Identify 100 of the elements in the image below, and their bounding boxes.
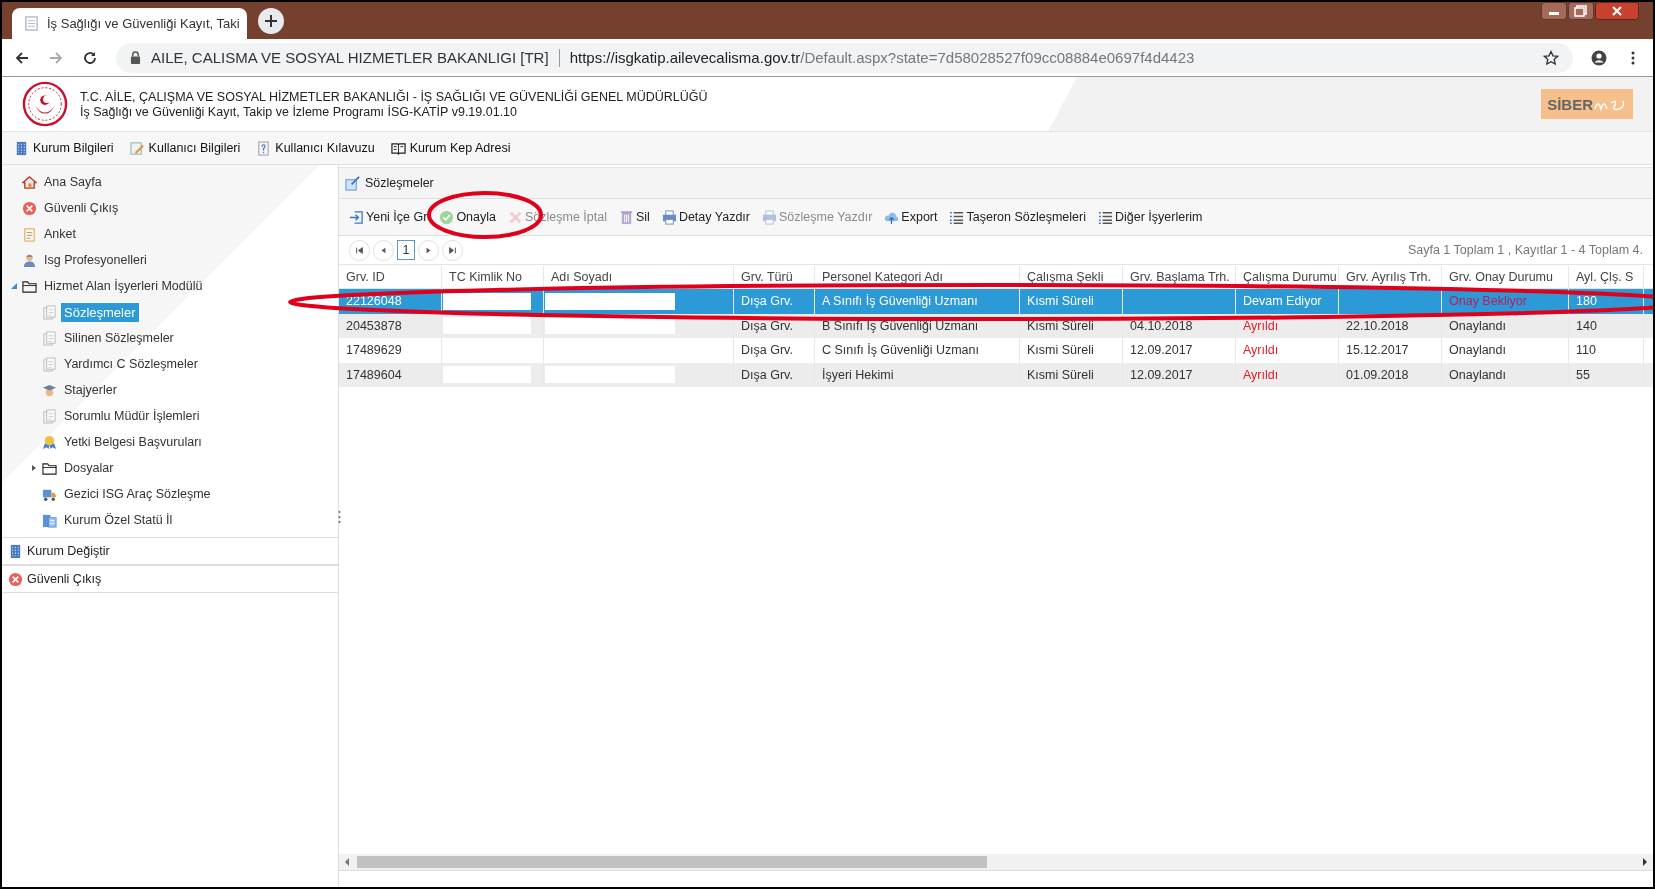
header-title: T.C. AİLE, ÇALIŞMA VE SOSYAL HİZMETLER BAKANLIĞI - İŞ SAĞLIĞI VE GÜVENLİĞİ GENEL MÜDÜRLÜĞÜ (80, 89, 708, 104)
document-icon (42, 304, 57, 320)
sidebar-item[interactable]: Güvenli Çıkış (2, 565, 338, 593)
check-icon (439, 209, 455, 225)
new-tab-button[interactable] (257, 6, 285, 35)
tree-item[interactable]: Kurum Özel Statü İl (61, 511, 176, 529)
toolbar-button[interactable]: Detay Yazdır (661, 209, 750, 225)
tree-item[interactable]: Güvenli Çıkış (41, 199, 122, 217)
collapse-arrow-icon[interactable] (10, 282, 18, 290)
brand-logo: SİBER (1541, 89, 1633, 119)
column-header[interactable]: Grv. ID (339, 266, 442, 288)
table-cell: Onaylandı (1449, 343, 1506, 358)
trash-icon (619, 209, 634, 225)
table-cell: Dışa Grv. (741, 294, 793, 309)
table-row[interactable]: 17489629 Dışa Grv. C Sınıfı İş Güvenliği Uzmanı Kısmi Süreli 12.09.2017 Ayrıldı 15.12.2017 Onaylandı 110 (339, 338, 1653, 363)
toolbar-button[interactable]: Taşeron Sözleşmeleri (949, 209, 1086, 225)
table-cell: İşyeri Hekimi (822, 367, 894, 382)
tree-item[interactable]: Yardımcı C Sözleşmeler (61, 355, 201, 373)
lock-icon (130, 51, 141, 64)
toolbar-button[interactable]: Diğer İşyerlerim (1098, 209, 1203, 225)
sidebar-item[interactable]: Kurum Değiştir (2, 537, 338, 565)
table-cell: 180 (1576, 294, 1597, 309)
tree-item[interactable]: Silinen Sözleşmeler (61, 329, 177, 347)
award-icon (42, 434, 57, 450)
table-cell: A Sınıfı İş Güvenliği Uzmanı (822, 294, 978, 309)
toolbar-button[interactable]: Onayla (439, 209, 496, 225)
building-icon (42, 512, 57, 528)
column-header[interactable]: Personel Kategori Adı (815, 266, 1020, 288)
table-row[interactable]: 17489604 Dışa Grv. İşyeri Hekimi Kısmi Süreli 12.09.2017 Ayrıldı 01.09.2018 Onaylandı 55 (339, 362, 1653, 387)
column-header[interactable]: Grv. Onay Durumu (1442, 266, 1569, 288)
header-subtitle: İş Sağlığı ve Güvenliği Kayıt, Takip ve İzleme Programı İSG-KATİP v9.19.01.10 (80, 104, 518, 119)
table-cell: Ayrıldı (1243, 318, 1279, 333)
last-page-button[interactable] (442, 239, 463, 261)
tree-item[interactable]: Yetki Belgesi Başvuruları (61, 433, 205, 451)
column-header[interactable]: Ayl. Çlş. S (1569, 266, 1644, 288)
tree-item[interactable]: Stajyerler (61, 381, 120, 399)
tree-item[interactable]: Hizmet Alan İşyerleri Modülü (41, 277, 206, 295)
graduation-cap-icon (42, 382, 57, 398)
tree-item[interactable]: Sorumlu Müdür İşlemleri (61, 407, 203, 425)
page-number[interactable]: 1 (397, 240, 415, 260)
splitter-handle[interactable] (338, 510, 341, 524)
column-header[interactable]: TC Kimlik No (442, 266, 544, 288)
toolbar-button[interactable]: Sil (619, 209, 650, 225)
horizontal-scrollbar[interactable] (339, 854, 1653, 870)
column-header[interactable]: Grv. Ayrılış Trh. (1339, 266, 1442, 288)
reload-button[interactable] (82, 49, 98, 66)
printer-icon (762, 209, 777, 225)
tree-item[interactable]: Dosyalar (61, 459, 117, 477)
tree-item[interactable]: Anket (41, 225, 79, 243)
folder-icon (22, 278, 37, 294)
column-header[interactable]: Çalışma Durumu (1236, 266, 1339, 288)
clipboard-icon (22, 226, 37, 242)
close-icon (8, 571, 23, 587)
browser-tab[interactable]: İş Sağlığı ve Güvenliği Kayıt, Taki (12, 8, 247, 39)
expand-arrow-icon[interactable] (30, 464, 38, 472)
table-cell: 15.12.2017 (1346, 343, 1409, 358)
table-cell: Onaylandı (1449, 367, 1506, 382)
table-cell: C Sınıfı İş Güvenliği Uzmanı (822, 343, 979, 358)
table-cell: Ayrıldı (1243, 367, 1279, 382)
list-icon (1098, 209, 1113, 225)
restore-button[interactable] (1568, 2, 1594, 20)
scroll-left-arrow-icon[interactable] (343, 857, 351, 867)
column-header[interactable]: Çalışma Şekli (1020, 266, 1123, 288)
panel-title: Sözleşmeler (365, 176, 434, 190)
tree-item[interactable]: Gezici ISG Araç Sözleşme (61, 485, 214, 503)
cross-icon (508, 209, 523, 225)
edit-icon (345, 175, 360, 191)
first-page-button[interactable] (349, 239, 370, 261)
menu-item[interactable]: Kurum Bilgileri (14, 140, 114, 156)
pencil-icon (129, 140, 145, 156)
minimize-button[interactable] (1541, 2, 1567, 20)
table-cell: Devam Ediyor (1243, 294, 1322, 309)
back-button[interactable] (14, 49, 30, 66)
bookmark-star-icon[interactable] (1543, 49, 1559, 66)
menu-item[interactable]: Kullanıcı Kılavuzu (256, 140, 375, 156)
account-icon[interactable] (1591, 49, 1607, 66)
table-cell: Kısmi Süreli (1027, 367, 1094, 382)
help-icon (256, 140, 272, 156)
toolbar-button[interactable]: Yeni İçe Gr (349, 209, 428, 225)
table-cell: Kısmi Süreli (1027, 294, 1094, 309)
toolbar-button[interactable]: Export (884, 209, 938, 225)
menu-item[interactable]: Kullanıcı Bilgileri (129, 140, 241, 156)
column-header[interactable]: Adı Soyadı (544, 266, 734, 288)
building-icon (8, 543, 23, 559)
table-cell: Ayrıldı (1243, 343, 1279, 358)
menu-item[interactable]: Kurum Kep Adresi (390, 140, 511, 156)
table-cell: 22126048 (346, 294, 402, 309)
tree-item[interactable]: Isg Profesyonelleri (41, 251, 150, 269)
ministry-logo (22, 81, 68, 127)
column-header[interactable]: Grv. Başlama Trh. (1123, 266, 1236, 288)
building-icon (14, 140, 29, 156)
tab-title: İş Sağlığı ve Güvenliği Kayıt, Taki (47, 16, 240, 31)
column-header[interactable]: Grv. Türü (734, 266, 815, 288)
folder-icon (42, 460, 57, 476)
tree-item[interactable]: Ana Sayfa (41, 173, 105, 191)
close-window-button[interactable] (1595, 2, 1639, 20)
table-cell: 110 (1576, 343, 1596, 358)
scroll-right-arrow-icon[interactable] (1641, 857, 1649, 867)
table-cell: 55 (1576, 367, 1590, 382)
address-field[interactable]: AILE, CALISMA VE SOSYAL HIZMETLER BAKANLIGI [TR] https://isgkatip.ailevecalisma.gov.tr/Default.aspx?state=7d58028527f09cc08884e0697f4d4423 (116, 42, 1573, 73)
